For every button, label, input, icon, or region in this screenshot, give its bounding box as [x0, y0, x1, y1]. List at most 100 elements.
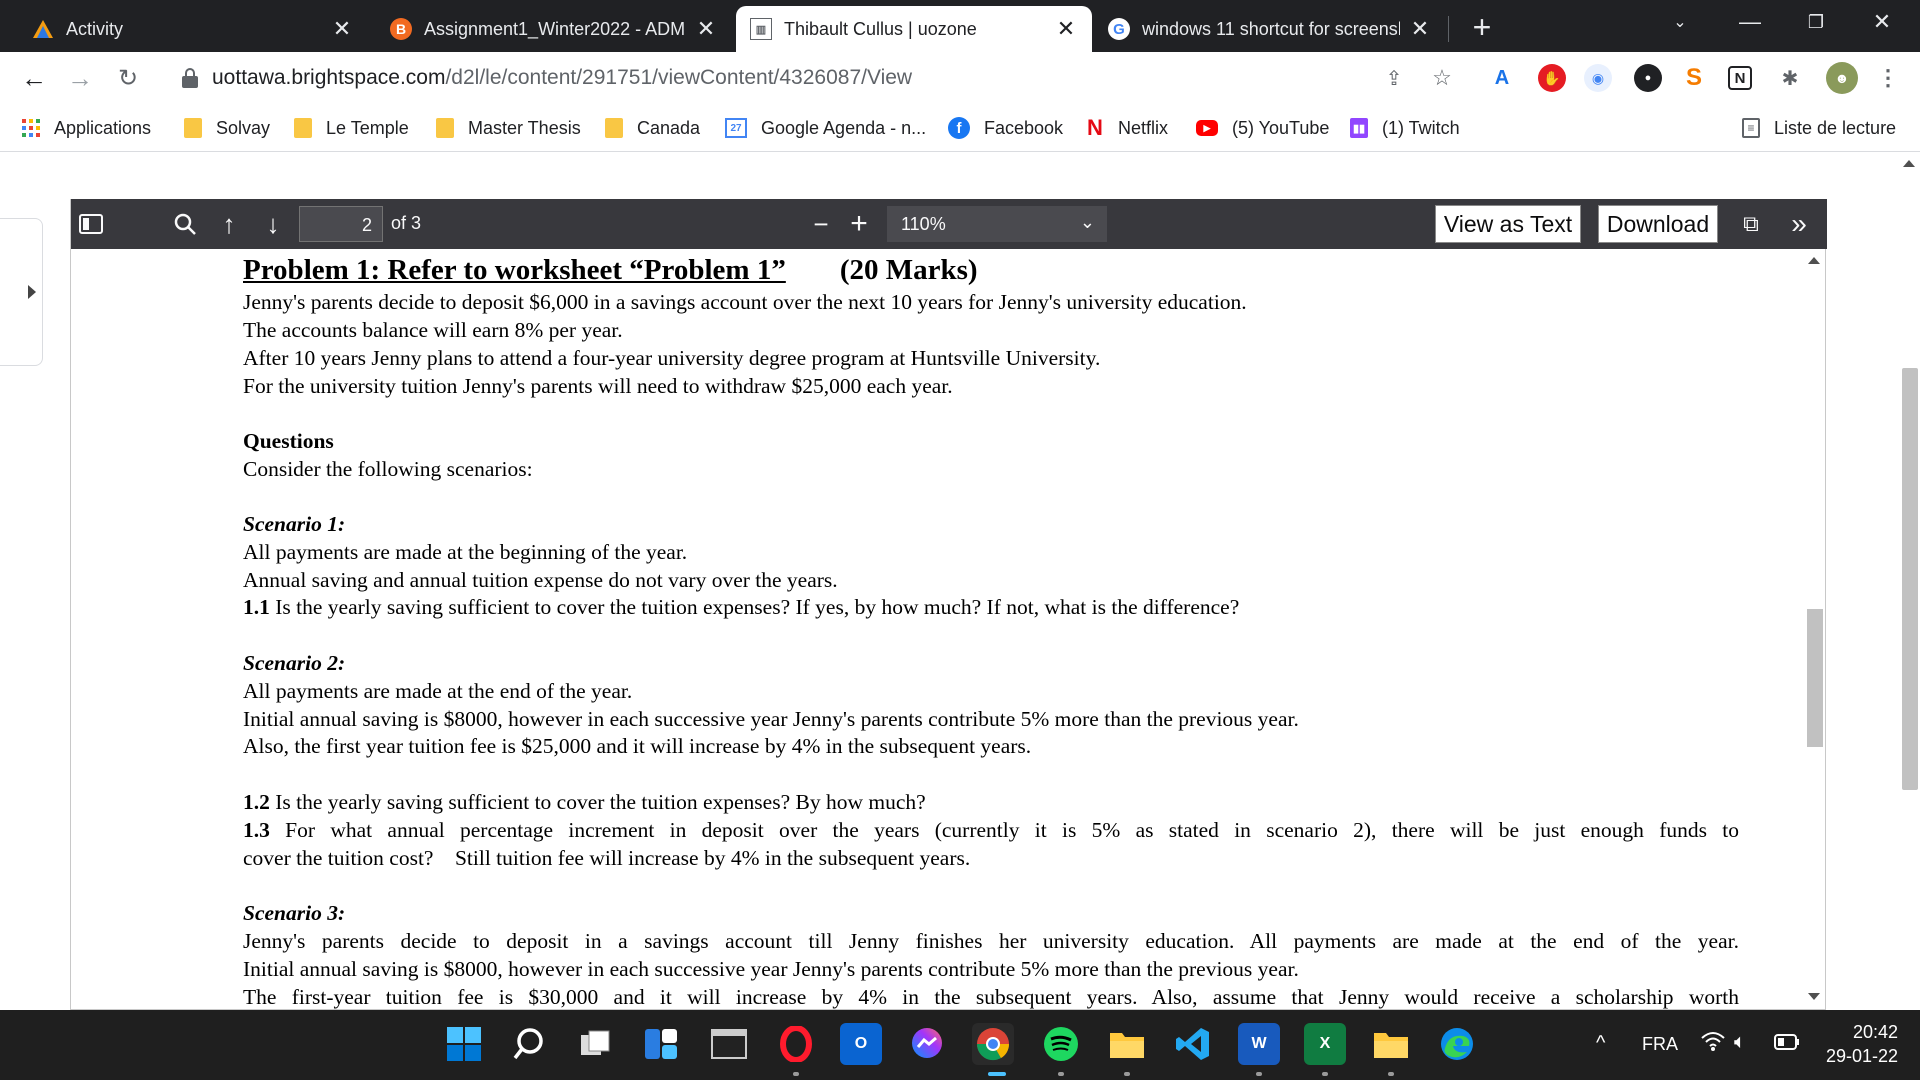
- chrome-icon[interactable]: [972, 1023, 1014, 1065]
- question-1-3: 1.3 For what annual percentage increment…: [243, 818, 1739, 842]
- address-bar[interactable]: uottawa.brightspace.com/d2l/le/content/2…: [164, 58, 1464, 98]
- forward-button[interactable]: →: [62, 60, 98, 96]
- folder-icon[interactable]: [1370, 1023, 1412, 1065]
- edge-icon[interactable]: [1436, 1023, 1478, 1065]
- clock-time[interactable]: 20:42: [1824, 1022, 1898, 1043]
- battery-icon[interactable]: [1774, 1034, 1800, 1055]
- tab-google-search[interactable]: G windows 11 shortcut for screensh ✕: [1094, 6, 1446, 52]
- page-number-input[interactable]: 2: [299, 206, 383, 242]
- intro-line: After 10 years Jenny plans to attend a f…: [243, 346, 1101, 370]
- zoom-out-button[interactable]: −: [805, 208, 837, 240]
- previous-page-arrow-icon[interactable]: ↑: [213, 208, 245, 240]
- widgets-icon[interactable]: [640, 1023, 682, 1065]
- folder-icon: [184, 118, 202, 138]
- next-page-arrow-icon[interactable]: ↓: [257, 208, 289, 240]
- running-indicator: [1322, 1072, 1328, 1076]
- reading-list-button[interactable]: ≡ Liste de lecture: [1742, 114, 1896, 142]
- scroll-down-icon[interactable]: [1808, 993, 1820, 1000]
- page-scrollbar[interactable]: [1898, 152, 1920, 1010]
- share-icon[interactable]: ⇪: [1380, 64, 1408, 92]
- extension-globe-icon[interactable]: ◉: [1584, 64, 1612, 92]
- notion-icon[interactable]: N: [1728, 66, 1752, 90]
- close-window-button[interactable]: ✕: [1852, 0, 1912, 44]
- bookmark-label: (5) YouTube: [1232, 117, 1330, 138]
- new-tab-button[interactable]: +: [1465, 9, 1499, 45]
- view-as-text-button[interactable]: View as Text: [1435, 205, 1581, 243]
- language-indicator[interactable]: FRA: [1642, 1034, 1678, 1055]
- outlook-icon[interactable]: O: [840, 1023, 882, 1065]
- sidebar-toggle-icon[interactable]: [75, 208, 107, 240]
- search-icon[interactable]: [169, 208, 201, 240]
- restore-button[interactable]: ❐: [1786, 0, 1846, 44]
- extension-s-icon[interactable]: S: [1680, 64, 1708, 92]
- bookmark-folder-solvay[interactable]: Solvay: [184, 114, 270, 142]
- bookmark-folder-le-temple[interactable]: Le Temple: [294, 114, 409, 142]
- search-icon[interactable]: [508, 1023, 550, 1065]
- close-tab-icon[interactable]: ✕: [330, 16, 354, 41]
- chevron-up-icon[interactable]: ^: [1596, 1032, 1605, 1055]
- reload-button[interactable]: ↻: [110, 60, 146, 96]
- back-button[interactable]: ←: [16, 60, 52, 96]
- extension-a-icon[interactable]: A: [1488, 64, 1516, 92]
- google-icon: G: [1108, 18, 1130, 40]
- close-tab-icon[interactable]: ✕: [1408, 16, 1432, 41]
- netflix-icon: N: [1087, 115, 1103, 140]
- tab-uozone[interactable]: ▥ Thibault Cullus | uozone ✕: [736, 6, 1092, 52]
- opera-icon[interactable]: [775, 1023, 817, 1065]
- scrollbar-thumb[interactable]: [1902, 368, 1918, 790]
- chevron-down-icon: ⌄: [1079, 212, 1095, 232]
- bookmark-applications[interactable]: Applications: [22, 114, 151, 142]
- scroll-up-icon[interactable]: [1903, 160, 1915, 167]
- bookmark-star-icon[interactable]: ☆: [1428, 64, 1456, 92]
- close-tab-icon[interactable]: ✕: [1054, 16, 1078, 41]
- windows-start-icon[interactable]: [443, 1023, 485, 1065]
- bookmark-netflix[interactable]: N Netflix: [1086, 114, 1168, 142]
- zoom-in-button[interactable]: +: [843, 207, 875, 240]
- download-button[interactable]: Download: [1598, 205, 1718, 243]
- pdf-page: Problem 1: Refer to worksheet “Problem 1…: [71, 249, 1805, 1009]
- extensions-puzzle-icon[interactable]: ✱: [1776, 64, 1804, 92]
- scrollbar-thumb[interactable]: [1807, 609, 1823, 747]
- wifi-icon[interactable]: [1700, 1030, 1726, 1058]
- adblock-icon[interactable]: ✋: [1538, 64, 1566, 92]
- bookmark-twitch[interactable]: ▮▮ (1) Twitch: [1350, 114, 1460, 142]
- scroll-up-icon[interactable]: [1808, 257, 1820, 264]
- spotify-icon[interactable]: [1040, 1023, 1082, 1065]
- extension-dark-icon[interactable]: ●: [1634, 64, 1662, 92]
- bookmark-google-agenda[interactable]: 27 Google Agenda - n...: [725, 114, 926, 142]
- messenger-icon[interactable]: [906, 1023, 948, 1065]
- bookmark-folder-canada[interactable]: Canada: [605, 114, 700, 142]
- bookmark-folder-master-thesis[interactable]: Master Thesis: [436, 114, 581, 142]
- url-text[interactable]: uottawa.brightspace.com/d2l/le/content/2…: [212, 66, 912, 90]
- menu-kebab-icon[interactable]: ⋮: [1874, 64, 1902, 92]
- bookmark-youtube[interactable]: ▶ (5) YouTube: [1196, 114, 1329, 142]
- tools-menu-icon[interactable]: »: [1783, 208, 1815, 240]
- volume-icon[interactable]: 🔈︎: [1734, 1031, 1746, 1054]
- intro-line: For the university tuition Jenny's paren…: [243, 374, 953, 398]
- sidebar-toggle-handle[interactable]: [0, 218, 43, 366]
- lock-icon: [182, 68, 198, 88]
- task-view-icon[interactable]: [574, 1023, 616, 1065]
- questions-intro: Consider the following scenarios:: [243, 457, 533, 481]
- word-icon[interactable]: W: [1238, 1023, 1280, 1065]
- file-explorer-icon[interactable]: [1106, 1023, 1148, 1065]
- pdf-scrollbar[interactable]: [1803, 249, 1825, 1009]
- profile-avatar[interactable]: ☻: [1826, 62, 1858, 94]
- twitch-icon: ▮▮: [1350, 118, 1368, 138]
- tab-assignment[interactable]: B Assignment1_Winter2022 - ADM ✕: [376, 6, 732, 52]
- presentation-mode-icon[interactable]: ⧉: [1735, 208, 1767, 240]
- tab-search-chevron-icon[interactable]: ⌄: [1650, 0, 1710, 44]
- calendar-icon: 27: [725, 118, 747, 138]
- bookmark-facebook[interactable]: f Facebook: [948, 114, 1063, 142]
- running-indicator: [1124, 1072, 1130, 1076]
- clock-date[interactable]: 29-01-22: [1824, 1046, 1898, 1067]
- excel-icon[interactable]: X: [1304, 1023, 1346, 1065]
- terminal-icon[interactable]: [708, 1023, 750, 1065]
- zoom-select[interactable]: 110% ⌄: [887, 206, 1107, 242]
- vscode-icon[interactable]: [1172, 1023, 1214, 1065]
- pdf-viewer: ↑ ↓ 2 of 3 − + 110% ⌄ View as Text Downl…: [70, 199, 1827, 1010]
- close-tab-icon[interactable]: ✕: [694, 16, 718, 41]
- tab-activity[interactable]: Activity ✕: [18, 6, 368, 52]
- brightspace-icon: B: [390, 18, 412, 40]
- minimize-button[interactable]: —: [1720, 0, 1780, 44]
